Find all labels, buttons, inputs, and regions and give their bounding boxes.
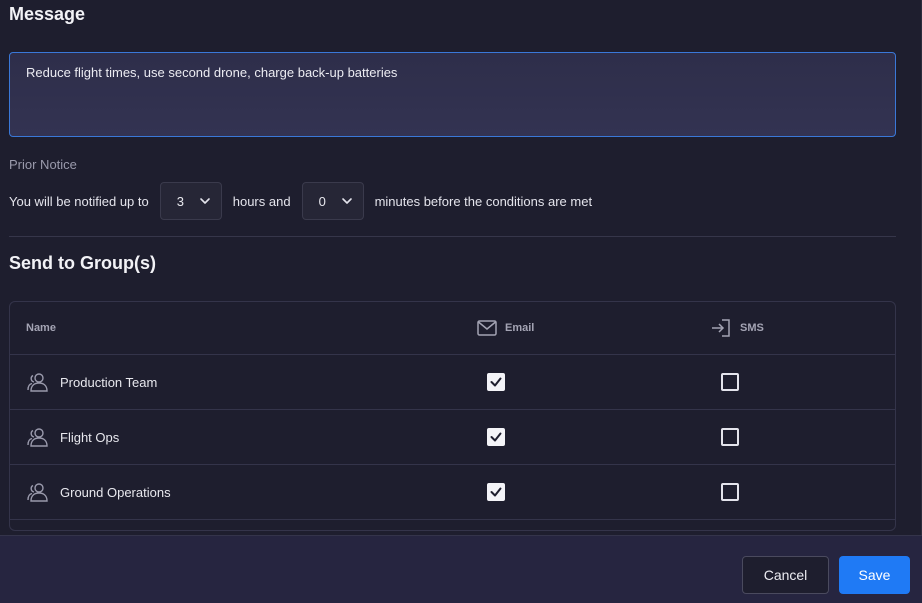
- prior-notice-row: You will be notified up to 3 hours and 0…: [9, 182, 592, 220]
- email-checkbox-cell: [487, 373, 505, 391]
- message-input[interactable]: Reduce flight times, use second drone, c…: [9, 52, 896, 137]
- header-sms-label: SMS: [740, 322, 764, 334]
- sms-checkbox-cell: [721, 373, 739, 391]
- email-checkbox-cell: [487, 428, 505, 446]
- table-row: Ground Operations: [10, 465, 895, 520]
- sms-checkbox[interactable]: [721, 483, 739, 501]
- users-icon: [27, 483, 48, 502]
- dialog-footer: Cancel Save: [0, 535, 922, 603]
- minutes-select[interactable]: 0: [301, 182, 364, 220]
- hours-value: 3: [176, 193, 184, 209]
- groups-table: Name Email SMS Production Team Flight Op…: [9, 301, 896, 531]
- email-checkbox[interactable]: [487, 428, 505, 446]
- users-icon: [27, 428, 48, 447]
- group-name: Production Team: [60, 374, 158, 390]
- mail-icon: [477, 320, 497, 336]
- hours-select[interactable]: 3: [159, 182, 222, 220]
- group-name: Flight Ops: [60, 429, 120, 445]
- prior-notice-label: Prior Notice: [9, 157, 77, 172]
- sms-checkbox[interactable]: [721, 373, 739, 391]
- notice-text-middle: hours and: [232, 193, 291, 209]
- check-icon: [490, 487, 502, 497]
- notice-text-before: You will be notified up to: [9, 193, 149, 209]
- sms-checkbox-cell: [721, 428, 739, 446]
- table-row: Production Team: [10, 355, 895, 410]
- section-divider: [9, 236, 896, 237]
- header-email-label: Email: [505, 322, 535, 334]
- minutes-value: 0: [318, 193, 326, 209]
- sms-checkbox[interactable]: [721, 428, 739, 446]
- message-title: Message: [9, 4, 86, 24]
- notice-text-after: minutes before the conditions are met: [374, 193, 593, 209]
- group-name-cell: Flight Ops: [26, 427, 119, 447]
- check-icon: [490, 432, 502, 442]
- header-sms: SMS: [710, 318, 764, 338]
- chevron-down-icon: [199, 198, 210, 204]
- sms-checkbox-cell: [721, 483, 739, 501]
- group-name: Ground Operations: [60, 484, 171, 500]
- sign-in-icon: [712, 319, 730, 337]
- table-header: Name Email SMS: [10, 302, 895, 355]
- header-name: Name: [26, 322, 56, 334]
- check-icon: [490, 377, 502, 387]
- header-email: Email: [477, 320, 534, 336]
- save-button[interactable]: Save: [839, 556, 910, 594]
- cancel-button[interactable]: Cancel: [742, 556, 829, 594]
- table-row: Flight Ops: [10, 410, 895, 465]
- notification-panel: Message Reduce flight times, use second …: [0, 0, 922, 535]
- chevron-down-icon: [341, 198, 352, 204]
- email-checkbox[interactable]: [487, 483, 505, 501]
- send-to-groups-title: Send to Group(s): [9, 253, 156, 273]
- users-icon: [27, 373, 48, 392]
- email-checkbox[interactable]: [487, 373, 505, 391]
- email-checkbox-cell: [487, 483, 505, 501]
- group-name-cell: Ground Operations: [26, 482, 171, 502]
- group-name-cell: Production Team: [26, 372, 157, 392]
